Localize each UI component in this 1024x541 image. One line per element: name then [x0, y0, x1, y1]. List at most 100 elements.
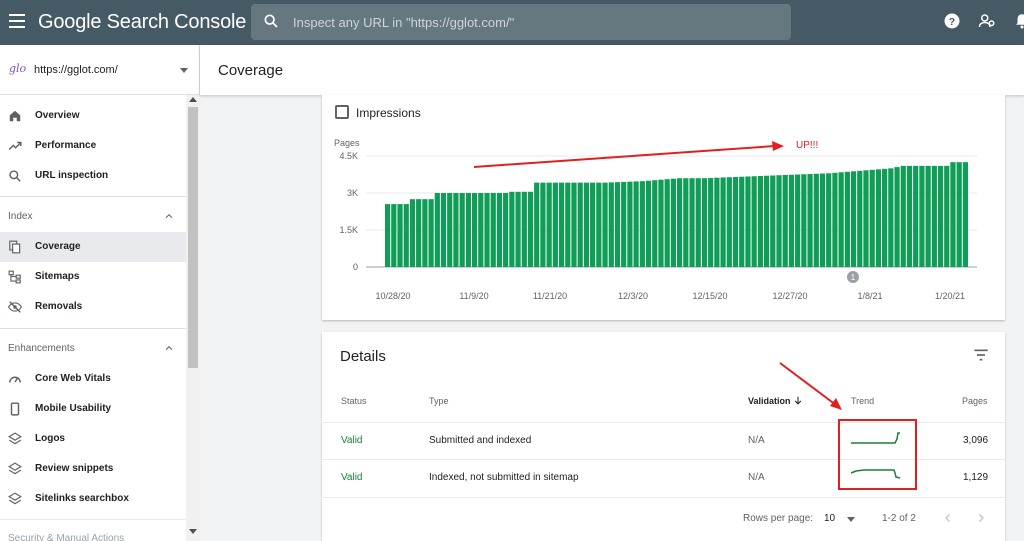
- bar: [527, 191, 534, 267]
- row-status: Valid: [341, 472, 363, 483]
- chevron-up-icon: [165, 214, 173, 219]
- bar: [416, 199, 422, 267]
- notifications-icon[interactable]: [1013, 12, 1024, 30]
- chevron-down-icon: [180, 68, 188, 73]
- chevron-left-icon[interactable]: [942, 511, 954, 525]
- chart-card: Impressions Pages 0 1.5K 3K 4.5K 10/28/20 11/9…: [322, 95, 1005, 320]
- sidebar-item-label: Logos: [35, 433, 65, 444]
- bar: [745, 176, 751, 267]
- search-icon: [9, 170, 21, 182]
- sidebar-item-logos[interactable]: Logos: [0, 424, 186, 454]
- bar: [850, 171, 857, 267]
- sidebar-item-removals[interactable]: Removals: [0, 292, 186, 322]
- bar: [558, 182, 565, 267]
- chevron-right-icon[interactable]: [975, 511, 987, 525]
- sidebar-item-core-web-vitals[interactable]: Core Web Vitals: [0, 364, 186, 394]
- bar: [695, 178, 701, 267]
- x-tick-label: 11/21/20: [533, 291, 567, 301]
- trending-up-icon: [8, 141, 22, 151]
- bar: [633, 181, 639, 267]
- sidebar-item-label: Core Web Vitals: [35, 373, 111, 384]
- sidebar-item-sitemaps[interactable]: Sitemaps: [0, 262, 186, 292]
- bar: [956, 162, 962, 267]
- bar: [534, 182, 540, 267]
- sidebar-scrollbar[interactable]: [186, 95, 200, 541]
- bar: [944, 165, 950, 267]
- svg-text:?: ?: [949, 16, 955, 28]
- row-pages: 1,129: [963, 472, 989, 483]
- bar: [490, 193, 496, 267]
- scroll-down-arrow[interactable]: [189, 529, 197, 534]
- sidebar-item-sitelinks-searchbox[interactable]: Sitelinks searchbox: [0, 484, 186, 514]
- x-tick-label: 12/27/20: [772, 291, 807, 301]
- bar: [726, 177, 732, 267]
- bar: [857, 170, 863, 267]
- bar: [596, 182, 602, 267]
- bar: [838, 172, 844, 267]
- sidebar-item-coverage[interactable]: Coverage: [0, 232, 186, 262]
- bar: [484, 193, 490, 267]
- app-title[interactable]: Google Search Console: [38, 11, 246, 34]
- x-tick-label: 1/20/21: [935, 291, 965, 301]
- col-header-validation[interactable]: Validation: [748, 396, 791, 406]
- filter-icon[interactable]: [973, 348, 989, 362]
- bar: [795, 174, 801, 267]
- scroll-up-arrow[interactable]: [189, 97, 197, 102]
- bar: [931, 165, 937, 267]
- bar: [465, 193, 471, 267]
- row-type: Indexed, not submitted in sitemap: [429, 472, 579, 483]
- bar: [571, 182, 577, 267]
- rows-per-page-select[interactable]: 10: [824, 513, 835, 524]
- url-inspect-search[interactable]: [251, 4, 791, 40]
- manage-users-icon[interactable]: [978, 12, 996, 30]
- bar: [583, 182, 590, 267]
- layers-icon: [8, 492, 22, 505]
- bar: [919, 165, 925, 267]
- x-tick-label: 12/3/20: [618, 291, 648, 301]
- bar: [751, 176, 757, 267]
- bar: [521, 191, 527, 267]
- sidebar-item-label: Overview: [35, 110, 80, 121]
- row-type: Submitted and indexed: [429, 435, 532, 446]
- section-enhancements[interactable]: Enhancements: [0, 328, 186, 364]
- sidebar-item-overview[interactable]: Overview: [0, 101, 186, 131]
- bar: [807, 174, 813, 267]
- help-icon[interactable]: ?: [943, 12, 961, 30]
- y-tick-label: 4.5K: [339, 151, 358, 161]
- sidebar-item-security[interactable]: Security & Manual Actions: [8, 533, 124, 541]
- bar: [590, 182, 596, 267]
- y-tick-label: 0: [353, 262, 358, 272]
- y-tick-label: 1.5K: [339, 225, 358, 235]
- y-axis-label: Pages: [334, 138, 360, 148]
- sidebar-item-url-inspection[interactable]: URL inspection: [0, 161, 186, 191]
- bar: [509, 191, 515, 267]
- bar: [689, 178, 695, 267]
- bar: [677, 178, 683, 267]
- scroll-thumb[interactable]: [188, 107, 198, 368]
- pagination-range: 1-2 of 2: [882, 513, 916, 524]
- sidebar-item-label: Review snippets: [35, 463, 114, 474]
- x-tick-label: 12/15/20: [692, 291, 727, 301]
- layers-icon: [8, 462, 22, 475]
- bar: [552, 182, 558, 267]
- bar: [546, 182, 552, 267]
- menu-icon[interactable]: [9, 14, 25, 28]
- bar: [875, 169, 882, 267]
- search-input[interactable]: [293, 13, 773, 31]
- section-index[interactable]: Index: [0, 196, 186, 232]
- sidebar-item-mobile-usability[interactable]: Mobile Usability: [0, 394, 186, 424]
- top-bar: Google Search Console ?: [0, 0, 1024, 45]
- arrow-down-icon[interactable]: [793, 395, 803, 406]
- annotation-up-text: UP!!!: [796, 140, 819, 151]
- col-header-type[interactable]: Type: [429, 396, 449, 406]
- col-header-pages[interactable]: Pages: [962, 396, 988, 406]
- bar: [447, 193, 453, 267]
- bar: [888, 168, 894, 267]
- property-selector[interactable]: glo https://gglot.com/: [0, 45, 200, 95]
- bar: [937, 165, 944, 267]
- col-header-status[interactable]: Status: [341, 396, 367, 406]
- sidebar-item-performance[interactable]: Performance: [0, 131, 186, 161]
- bar: [403, 204, 409, 267]
- sidebar-item-review-snippets[interactable]: Review snippets: [0, 454, 186, 484]
- chevron-down-icon[interactable]: [847, 517, 855, 522]
